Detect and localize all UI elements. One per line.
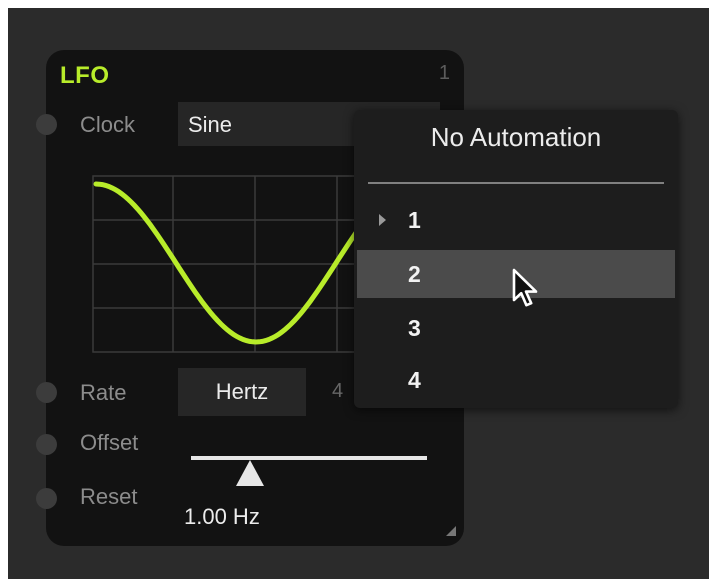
menu-item-label: 1 [408,207,421,233]
menu-item-no-automation[interactable]: No Automation [354,122,678,153]
rate-unit-value: Hertz [215,379,269,404]
pointer-arrow-icon [512,268,538,307]
offset-label: Offset [80,430,139,455]
menu-item-label: 4 [408,367,421,393]
clock-label: Clock [80,112,136,137]
clock-input-port[interactable] [36,114,57,135]
offset-input-port[interactable] [36,434,57,455]
menu-item-4[interactable]: 4 [357,356,675,404]
submenu-arrow-icon [379,214,386,226]
menu-item-label: 2 [408,261,421,287]
rate-slider-thumb[interactable] [236,460,264,486]
module-number: 1 [438,62,450,84]
rate-slider-track[interactable] [191,456,427,460]
menu-item-1[interactable]: 1 [357,196,675,244]
automation-menu: No Automation 1 2 3 4 [354,110,678,408]
window-frame-left [0,0,8,579]
rate-value[interactable]: 4 [332,380,343,403]
rate-label: Rate [80,380,127,405]
menu-item-label: 3 [408,315,421,341]
rate-slider-readout: 1.00 Hz [184,504,260,529]
reset-input-port[interactable] [36,488,57,509]
waveform-value: Sine [188,112,233,137]
rate-unit-select[interactable]: Hertz [178,368,306,416]
rate-input-port[interactable] [36,382,57,403]
menu-divider [368,182,664,184]
reset-label: Reset [80,484,138,509]
resize-handle-icon[interactable] [446,526,456,536]
window-frame-top [0,0,709,8]
module-title: LFO [60,62,110,89]
